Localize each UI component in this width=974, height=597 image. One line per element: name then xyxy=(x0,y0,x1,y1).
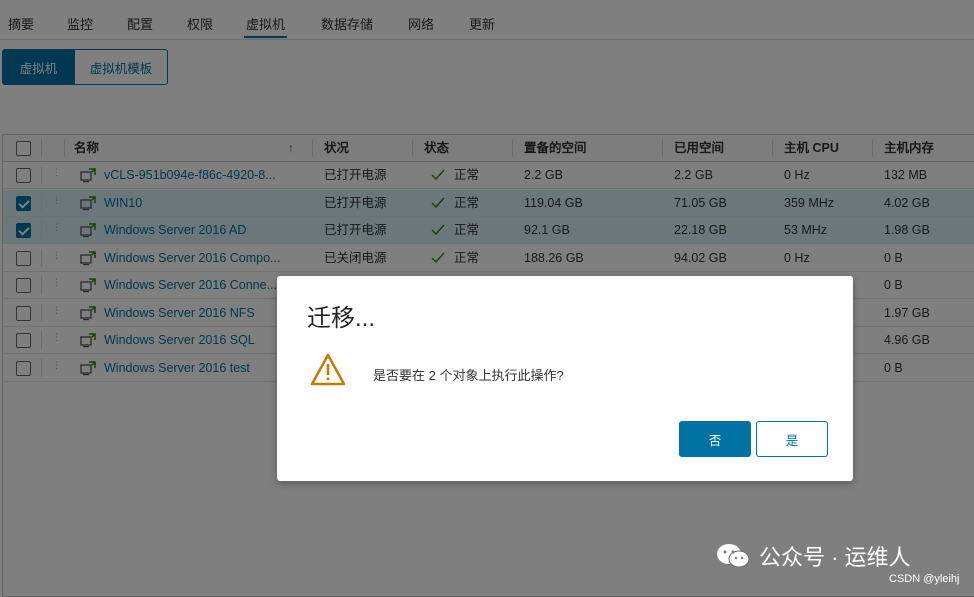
no-button[interactable]: 否 xyxy=(679,421,751,457)
wechat-icon xyxy=(717,544,750,568)
dialog-title: 迁移... xyxy=(307,305,376,332)
yes-button[interactable]: 是 xyxy=(756,421,828,457)
confirm-dialog: 迁移... 是否要在 2 个对象上执行此操作? 否 是 xyxy=(277,276,853,481)
dialog-message: 是否要在 2 个对象上执行此操作? xyxy=(373,368,564,383)
watermark-credit: CSDN @yleihj xyxy=(889,573,960,585)
watermark-brand: 公众号 · 运维人 xyxy=(759,545,911,570)
warning-icon xyxy=(310,353,346,386)
watermark: 公众号 · 运维人 xyxy=(715,540,911,572)
